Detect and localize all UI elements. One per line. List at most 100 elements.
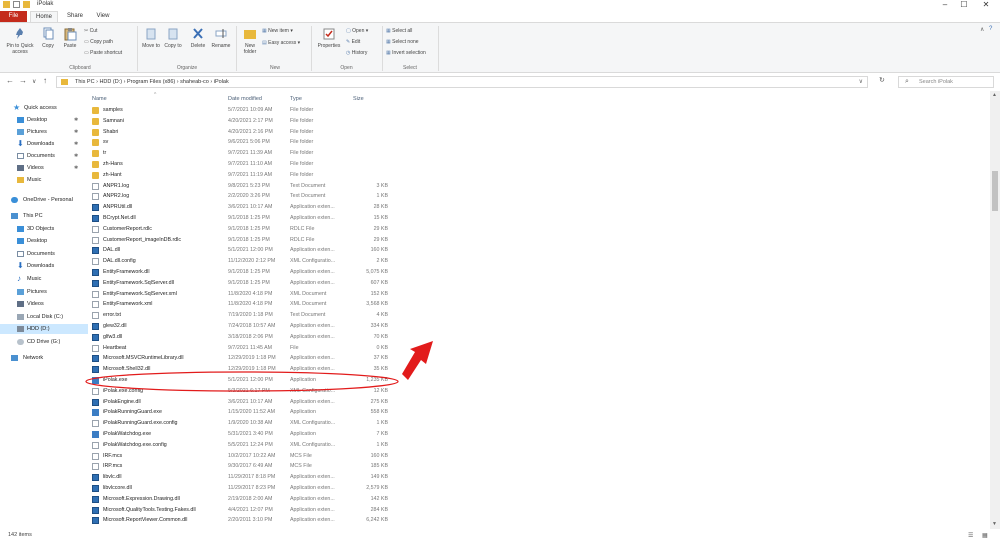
file-row[interactable]: EntityFramework.xml 11/8/2020 4:18 PM XML … bbox=[88, 299, 398, 310]
file-row[interactable]: ANPR1.log 9/8/2021 5:23 PM Text Document 3 … bbox=[88, 181, 398, 192]
file-row[interactable]: glfw3.dll 3/18/2018 2:06 PM Application ex… bbox=[88, 332, 398, 343]
file-row[interactable]: Shabri 4/20/2021 2:16 PM File folder bbox=[88, 127, 398, 138]
new-item-button[interactable]: ▦ New item ▾ bbox=[262, 28, 293, 34]
file-row[interactable]: EntityFramework.SqlServer.xml 11/8/2020 4… bbox=[88, 289, 398, 300]
nav-pc-documents[interactable]: Documents bbox=[0, 249, 88, 259]
edit-button[interactable]: ✎ Edit bbox=[346, 39, 360, 45]
details-view-icon[interactable]: ☰ bbox=[968, 532, 973, 539]
file-row[interactable]: EntityFramework.dll 9/1/2018 1:25 PM Appli… bbox=[88, 267, 398, 278]
back-button[interactable]: ← bbox=[6, 76, 14, 85]
file-row[interactable]: Microsoft.Expression.Drawing.dll 2/19/201… bbox=[88, 494, 398, 505]
file-row[interactable]: Microsoft.ReportViewer.Common.dll 2/20/20… bbox=[88, 515, 398, 526]
file-row[interactable]: error.txt 7/19/2020 1:18 PM Text Document 4… bbox=[88, 310, 398, 321]
file-row[interactable]: CustomerReport_imageInDB.rdlc 9/1/2018 1:… bbox=[88, 235, 398, 246]
copy-button[interactable]: Copy bbox=[38, 27, 58, 49]
column-type[interactable]: Type bbox=[290, 96, 302, 102]
nav-pc-videos[interactable]: Videos bbox=[0, 299, 88, 309]
file-row[interactable]: ANPR2.log 2/2/2020 3:26 PM Text Document 1 … bbox=[88, 191, 398, 202]
file-row[interactable]: DAL.dll.config 11/12/2020 2:12 PM XML Conf… bbox=[88, 256, 398, 267]
history-button[interactable]: ◷ History bbox=[346, 50, 367, 56]
nav-pc-cd-drive[interactable]: CD Drive (G:) bbox=[0, 337, 88, 347]
collapse-ribbon-icon[interactable]: ∧ bbox=[980, 26, 984, 33]
file-row[interactable]: zh-Hans 9/7/2021 11:10 AM File folder bbox=[88, 159, 398, 170]
file-row[interactable]: iPolakWatchdog.exe 5/31/2021 3:40 PM Appli… bbox=[88, 429, 398, 440]
easy-access-button[interactable]: ▤ Easy access ▾ bbox=[262, 40, 300, 46]
nav-this-pc[interactable]: This PC bbox=[0, 211, 88, 221]
new-folder-button[interactable]: New folder bbox=[239, 27, 261, 55]
column-date[interactable]: Date modified bbox=[228, 96, 262, 102]
copy-to-button[interactable]: Copy to bbox=[163, 27, 183, 49]
scroll-thumb[interactable] bbox=[992, 171, 998, 211]
file-row[interactable]: libvlccore.dll 11/29/2017 8:23 PM Applicat… bbox=[88, 483, 398, 494]
close-button[interactable]: ✕ bbox=[979, 0, 993, 10]
nav-onedrive[interactable]: OneDrive - Personal bbox=[0, 195, 88, 205]
nav-item-music[interactable]: Music bbox=[0, 175, 88, 185]
nav-pc-downloads[interactable]: ⬇ Downloads bbox=[0, 261, 88, 271]
tab-view[interactable]: View bbox=[91, 11, 115, 22]
minimize-button[interactable]: – bbox=[938, 0, 952, 10]
properties-qa-icon[interactable] bbox=[13, 1, 20, 8]
nav-item-downloads[interactable]: ⬇ Downloads ✱ bbox=[0, 139, 88, 149]
nav-pc-local-disk[interactable]: Local Disk (C:) bbox=[0, 312, 88, 322]
nav-item-documents[interactable]: Documents ✱ bbox=[0, 151, 88, 161]
rename-button[interactable]: Rename bbox=[209, 27, 233, 49]
help-icon[interactable]: ? bbox=[989, 26, 992, 32]
file-row[interactable]: tr 9/7/2021 11:39 AM File folder bbox=[88, 148, 398, 159]
recent-locations-button[interactable]: ∨ bbox=[32, 78, 36, 85]
file-row[interactable]: iPolak.exe.config 5/3/2021 6:17 PM XML Con… bbox=[88, 386, 398, 397]
address-dropdown-icon[interactable]: ∨ bbox=[859, 78, 863, 85]
file-row[interactable]: Samnani 4/20/2021 2:17 PM File folder bbox=[88, 116, 398, 127]
file-row[interactable]: libvlc.dll 11/29/2017 8:18 PM Application … bbox=[88, 472, 398, 483]
file-row[interactable]: iPolakRunningGuard.exe.config 1/9/2020 10… bbox=[88, 418, 398, 429]
scroll-down-icon[interactable]: ▼ bbox=[992, 521, 997, 527]
refresh-button[interactable]: ↻ bbox=[879, 76, 885, 84]
file-row[interactable]: iPolak.exe 5/1/2021 12:00 PM Application 1,… bbox=[88, 375, 398, 386]
open-button[interactable]: ▢ Open ▾ bbox=[346, 28, 368, 34]
file-row[interactable]: sv 9/6/2021 5:06 PM File folder bbox=[88, 137, 398, 148]
nav-item-videos[interactable]: Videos ✱ bbox=[0, 163, 88, 173]
file-row[interactable]: Microsoft.QualityTools.Testing.Fakes.dll… bbox=[88, 505, 398, 516]
file-row[interactable]: CustomerReport.rdlc 9/1/2018 1:25 PM RDLC … bbox=[88, 224, 398, 235]
cut-button[interactable]: ✂ Cut bbox=[84, 28, 97, 34]
paste-shortcut-button[interactable]: ▭ Paste shortcut bbox=[84, 50, 122, 56]
nav-pc-music[interactable]: ♪ Music bbox=[0, 274, 88, 284]
tab-share[interactable]: Share bbox=[62, 11, 88, 22]
file-row[interactable]: iPolakEngine.dll 3/6/2021 10:17 AM Applica… bbox=[88, 397, 398, 408]
delete-button[interactable]: Delete bbox=[187, 27, 209, 49]
nav-pc-3d-objects[interactable]: 3D Objects bbox=[0, 224, 88, 234]
file-row[interactable]: ANPRUtil.dll 3/6/2021 10:17 AM Application… bbox=[88, 202, 398, 213]
invert-selection-button[interactable]: ▦ Invert selection bbox=[386, 50, 426, 56]
search-input[interactable]: ⌕ Search iPolak bbox=[898, 76, 994, 88]
file-row[interactable]: EntityFramework.SqlServer.dll 9/1/2018 1:… bbox=[88, 278, 398, 289]
column-name[interactable]: Name bbox=[92, 96, 107, 102]
copy-path-button[interactable]: ▭ Copy path bbox=[84, 39, 113, 45]
nav-quick-access[interactable]: ★ Quick access bbox=[0, 103, 88, 113]
tab-home[interactable]: Home bbox=[30, 11, 58, 22]
file-row[interactable]: Heartbeat 9/7/2021 11:45 AM File 0 KB bbox=[88, 343, 398, 354]
nav-pc-hdd[interactable]: HDD (D:) bbox=[0, 324, 88, 334]
column-size[interactable]: Size bbox=[353, 96, 364, 102]
paste-button[interactable]: Paste bbox=[59, 27, 81, 49]
file-row[interactable]: IRP.mcs 9/30/2017 6:49 AM MCS File 185 KB bbox=[88, 461, 398, 472]
up-button[interactable]: ↑ bbox=[43, 76, 47, 85]
nav-pc-desktop[interactable]: Desktop bbox=[0, 236, 88, 246]
nav-network[interactable]: Network bbox=[0, 353, 88, 363]
vertical-scrollbar[interactable]: ▲ ▼ bbox=[990, 91, 1000, 529]
properties-button[interactable]: Properties bbox=[314, 27, 344, 49]
move-to-button[interactable]: Move to bbox=[141, 27, 161, 49]
file-row[interactable]: Microsoft.MSVCRuntimeLibrary.dll 12/29/20… bbox=[88, 353, 398, 364]
file-row[interactable]: zh-Hant 9/7/2021 11:19 AM File folder bbox=[88, 170, 398, 181]
select-all-button[interactable]: ▦ Select all bbox=[386, 28, 412, 34]
file-row[interactable]: iPolakRunningGuard.exe 1/15/2020 11:52 AM… bbox=[88, 407, 398, 418]
pin-quick-access-button[interactable]: Pin to Quick access bbox=[2, 27, 38, 55]
new-folder-qa-icon[interactable] bbox=[23, 1, 30, 8]
maximize-button[interactable]: ☐ bbox=[957, 0, 971, 10]
large-icons-view-icon[interactable]: ▦ bbox=[982, 532, 988, 539]
scroll-up-icon[interactable]: ▲ bbox=[992, 92, 997, 98]
forward-button[interactable]: → bbox=[19, 76, 27, 85]
nav-pc-pictures[interactable]: Pictures bbox=[0, 287, 88, 297]
breadcrumb[interactable]: This PC › HDD (D:) › Program Files (x86)… bbox=[75, 79, 229, 85]
tab-file[interactable]: File bbox=[0, 11, 27, 22]
nav-item-pictures[interactable]: Pictures ✱ bbox=[0, 127, 88, 137]
select-none-button[interactable]: ▦ Select none bbox=[386, 39, 419, 45]
